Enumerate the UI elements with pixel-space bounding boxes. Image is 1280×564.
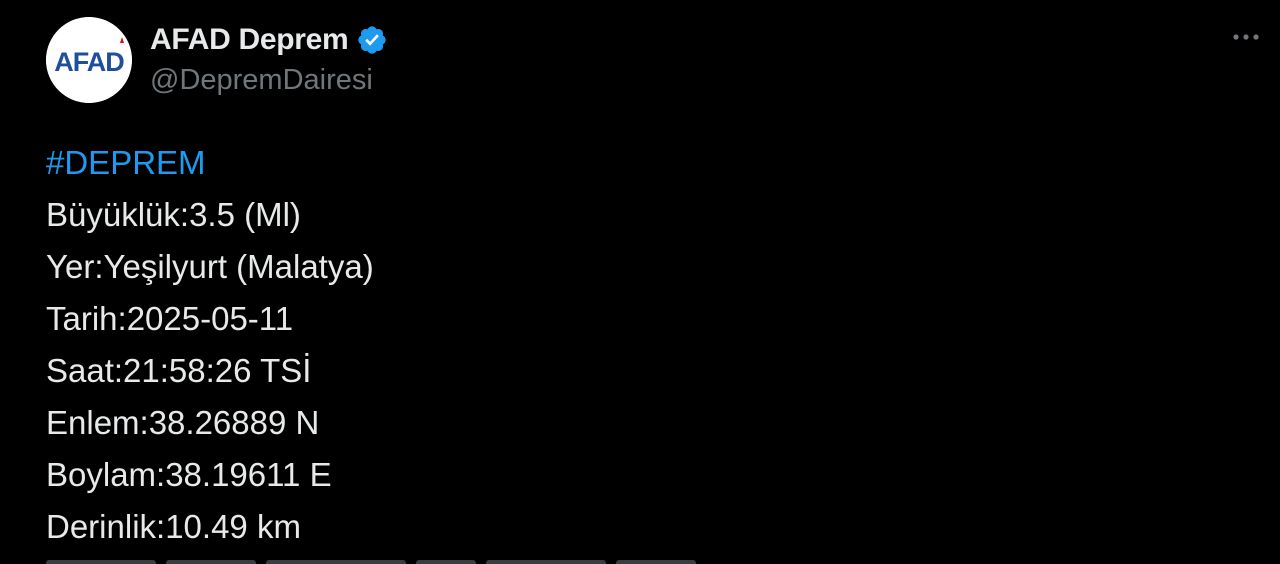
truncated-text-line [46,553,746,564]
tweet-text: #DEPREM Büyüklük:3.5 (Ml) Yer:Yeşilyurt … [46,137,1246,553]
author-handle[interactable]: @DepremDairesi [150,64,373,97]
latitude-line: Enlem:38.26889 N [46,404,320,441]
author-name-row: AFAD Deprem [150,20,388,60]
magnitude-line: Büyüklük:3.5 (Ml) [46,196,301,233]
hashtag-link[interactable]: #DEPREM [46,137,1246,189]
verified-badge-icon[interactable] [356,24,388,56]
location-line: Yer:Yeşilyurt (Malatya) [46,248,374,285]
afad-logo: AFAD [46,17,132,103]
longitude-line: Boylam:38.19611 E [46,456,332,493]
depth-line: Derinlik:10.49 km [46,508,301,545]
date-line: Tarih:2025-05-11 [46,300,294,337]
more-options-icon[interactable] [1228,22,1264,52]
author-display-name[interactable]: AFAD Deprem [150,23,349,57]
tweet: AFAD AFAD Deprem @DepremDairesi #DEPREM … [0,0,1280,564]
avatar-logo-text: AFAD [54,47,124,77]
avatar[interactable]: AFAD [46,17,132,103]
time-line: Saat:21:58:26 TSİ [46,352,312,389]
